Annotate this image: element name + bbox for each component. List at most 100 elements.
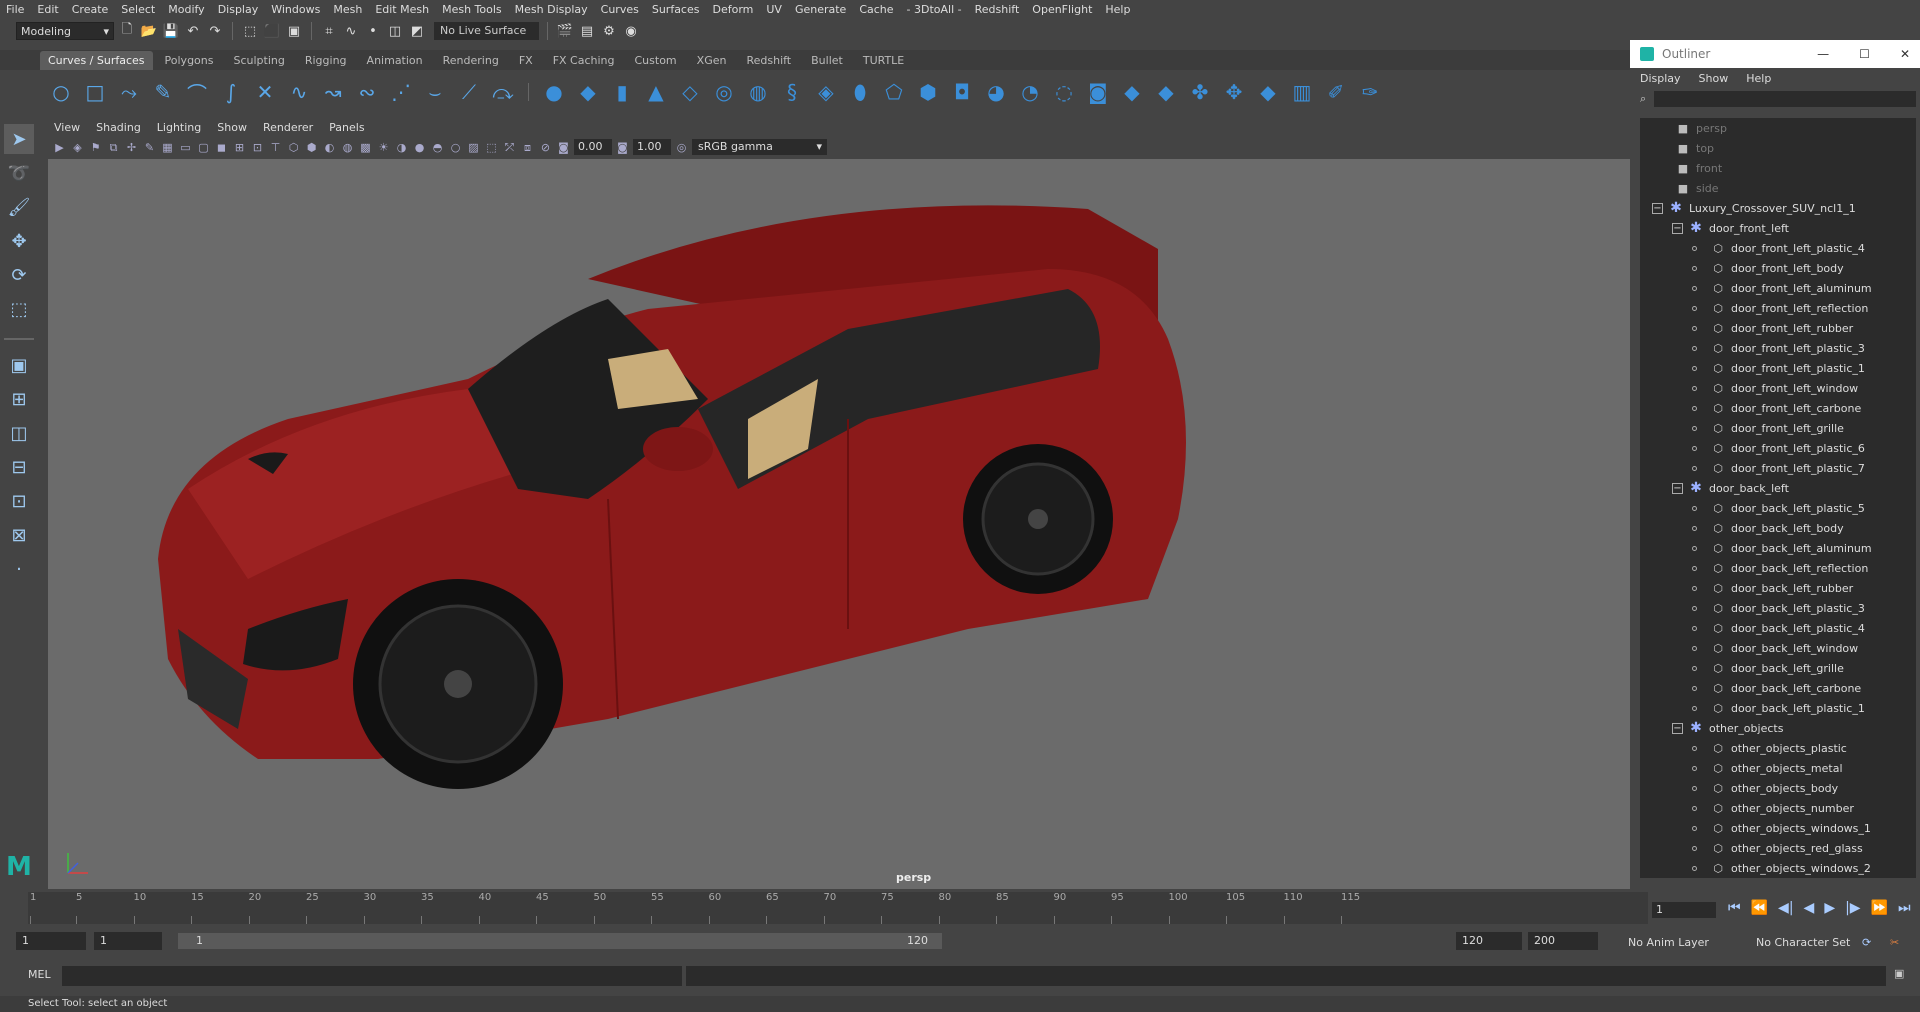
outliner-row[interactable]: ■ top bbox=[1640, 138, 1916, 158]
menu-item[interactable]: Surfaces bbox=[652, 3, 700, 16]
outliner-row[interactable]: ⬡ door_back_left_plastic_5 bbox=[1640, 498, 1916, 518]
revolve-icon[interactable]: ◍ bbox=[745, 79, 771, 105]
scale-tool-icon[interactable]: ⬚ bbox=[4, 294, 34, 324]
animation-end-field[interactable]: 200 bbox=[1528, 932, 1598, 950]
outliner-row[interactable]: ⬡ door_front_left_plastic_4 bbox=[1640, 238, 1916, 258]
menu-item[interactable]: File bbox=[6, 3, 24, 16]
outliner-row[interactable]: ■ persp bbox=[1640, 118, 1916, 138]
curve-intersect-icon[interactable]: ✕ bbox=[252, 79, 278, 105]
playback-end-field[interactable]: 120 bbox=[1456, 932, 1522, 950]
outliner-row[interactable]: ⬡ other_objects_plastic bbox=[1640, 738, 1916, 758]
select-tool-icon[interactable]: ➤ bbox=[4, 124, 34, 154]
new-scene-icon[interactable]: 🗋 bbox=[118, 22, 136, 40]
outliner-row[interactable]: ■ side bbox=[1640, 178, 1916, 198]
step-back-frame-icon[interactable]: ◀| bbox=[1778, 900, 1793, 916]
outliner-menu-item[interactable]: Show bbox=[1699, 72, 1729, 85]
curve-offset-icon[interactable]: ⋰ bbox=[388, 79, 414, 105]
square-surface-icon[interactable]: ◘ bbox=[949, 79, 975, 105]
grease-pencil-icon[interactable]: ✎ bbox=[142, 140, 157, 155]
shelf-tab[interactable]: Bullet bbox=[803, 51, 851, 70]
insert-isoparm-icon[interactable]: ✤ bbox=[1187, 79, 1213, 105]
play-backwards-icon[interactable]: ◀ bbox=[1804, 900, 1815, 916]
redo-icon[interactable]: ↷ bbox=[206, 22, 224, 40]
render-settings-icon[interactable]: ⚙ bbox=[600, 22, 618, 40]
outliner-row[interactable]: ⬡ door_front_left_carbone bbox=[1640, 398, 1916, 418]
camera-select-icon[interactable]: ▶ bbox=[52, 140, 67, 155]
outliner-row[interactable]: ⬡ door_front_left_grille bbox=[1640, 418, 1916, 438]
rotate-tool-icon[interactable]: ⟳ bbox=[4, 260, 34, 290]
surface-edit-icon[interactable]: ✑ bbox=[1357, 79, 1383, 105]
bevel-plus-icon[interactable]: ◔ bbox=[1017, 79, 1043, 105]
open-scene-icon[interactable]: 📂 bbox=[140, 22, 158, 40]
shelf-tab[interactable]: Curves / Surfaces bbox=[40, 51, 153, 70]
curve-attach-icon[interactable]: ∿ bbox=[286, 79, 312, 105]
menu-item[interactable]: Display bbox=[218, 3, 259, 16]
boundary-icon[interactable]: ⬢ bbox=[915, 79, 941, 105]
snap-grid-icon[interactable]: ⌗ bbox=[320, 22, 338, 40]
camera-attr-icon[interactable]: ◈ bbox=[70, 140, 85, 155]
outliner-menu-item[interactable]: Help bbox=[1746, 72, 1771, 85]
wireframe-icon[interactable]: ⬡ bbox=[286, 140, 301, 155]
bevel-icon[interactable]: ◕ bbox=[983, 79, 1009, 105]
outliner-row[interactable]: ⬡ door_front_left_plastic_6 bbox=[1640, 438, 1916, 458]
shelf-tab[interactable]: Rigging bbox=[297, 51, 355, 70]
select-component-icon[interactable]: ▣ bbox=[285, 22, 303, 40]
outliner-row[interactable]: ⬡ door_back_left_plastic_1 bbox=[1640, 698, 1916, 718]
snap-point-icon[interactable]: • bbox=[364, 22, 382, 40]
menu-item[interactable]: Mesh bbox=[333, 3, 362, 16]
outliner-row[interactable]: ⬡ door_front_left_window bbox=[1640, 378, 1916, 398]
shelf-tab[interactable]: FX bbox=[511, 51, 541, 70]
use-all-lights-icon[interactable]: ☀ bbox=[376, 140, 391, 155]
outliner-row[interactable]: − ✱ door_back_left bbox=[1640, 478, 1916, 498]
go-to-end-icon[interactable]: ⏭ bbox=[1898, 900, 1911, 916]
nurbs-circle-icon[interactable]: ○ bbox=[48, 79, 74, 105]
smooth-shade-icon[interactable]: ⬢ bbox=[304, 140, 319, 155]
nurbs-cylinder-icon[interactable]: ▮ bbox=[609, 79, 635, 105]
attach-surfaces-icon[interactable]: ◆ bbox=[1119, 79, 1145, 105]
pencil-curve-icon[interactable]: ✎ bbox=[150, 79, 176, 105]
safe-title-icon[interactable]: ⊤ bbox=[268, 140, 283, 155]
outliner-row[interactable]: − ✱ Luxury_Crossover_SUV_ncl1_1 bbox=[1640, 198, 1916, 218]
textured-icon[interactable]: ◍ bbox=[340, 140, 355, 155]
outliner-row[interactable]: ⬡ door_front_left_reflection bbox=[1640, 298, 1916, 318]
persp-graph-layout-icon[interactable]: ⊟ bbox=[4, 452, 34, 482]
menu-item[interactable]: Create bbox=[72, 3, 109, 16]
menu-item[interactable]: UV bbox=[766, 3, 782, 16]
curve-smooth-icon[interactable]: ⤼ bbox=[490, 79, 516, 105]
snap-surface-icon[interactable]: ◩ bbox=[408, 22, 426, 40]
playback-start-field[interactable]: 1 bbox=[94, 932, 162, 950]
menu-item[interactable]: Help bbox=[1105, 3, 1130, 16]
two-d-pan-icon[interactable]: ✢ bbox=[124, 140, 139, 155]
grid-toggle-icon[interactable]: ▦ bbox=[160, 140, 175, 155]
outliner-row[interactable]: ⬡ door_back_left_aluminum bbox=[1640, 538, 1916, 558]
outliner-row[interactable]: ⬡ other_objects_metal bbox=[1640, 758, 1916, 778]
shelf-tab[interactable]: Animation bbox=[359, 51, 431, 70]
outliner-row[interactable]: ⬡ door_front_left_plastic_3 bbox=[1640, 338, 1916, 358]
outliner-row[interactable]: − ✱ other_objects bbox=[1640, 718, 1916, 738]
menu-item[interactable]: Mesh Tools bbox=[442, 3, 502, 16]
anim-layer-dropdown[interactable]: No Anim Layer bbox=[1628, 936, 1709, 949]
menu-item[interactable]: OpenFlight bbox=[1032, 3, 1092, 16]
lasso-tool-icon[interactable]: ➰ bbox=[4, 158, 34, 188]
field-chart-icon[interactable]: ⊞ bbox=[232, 140, 247, 155]
play-forwards-icon[interactable]: ▶ bbox=[1824, 900, 1835, 916]
time-ruler[interactable]: 1 5 10 15 20 25 30 35 40 45 50 55 60 65 70 75 80 85 90 95 10… bbox=[28, 892, 1648, 924]
command-input[interactable] bbox=[62, 966, 682, 986]
nurbs-cone-icon[interactable]: ▲ bbox=[643, 79, 669, 105]
outliner-row[interactable]: ⬡ door_front_left_body bbox=[1640, 258, 1916, 278]
panel-menu-item[interactable]: Lighting bbox=[157, 121, 201, 134]
menu-item[interactable]: Redshift bbox=[975, 3, 1020, 16]
outliner-row[interactable]: ■ front bbox=[1640, 158, 1916, 178]
outliner-row[interactable]: − ✱ door_front_left bbox=[1640, 218, 1916, 238]
gate-mask-icon[interactable]: ◼ bbox=[214, 140, 229, 155]
gamma-field[interactable]: 1.00 bbox=[633, 139, 671, 155]
script-editor-icon[interactable]: ▣ bbox=[1894, 967, 1904, 980]
motion-blur-icon[interactable]: ◓ bbox=[430, 140, 445, 155]
menu-item[interactable]: Generate bbox=[795, 3, 846, 16]
current-frame-field[interactable]: 1 bbox=[1652, 902, 1716, 918]
select-hierarchy-icon[interactable]: ⬚ bbox=[241, 22, 259, 40]
outliner-row[interactable]: ⬡ door_back_left_plastic_3 bbox=[1640, 598, 1916, 618]
menu-item[interactable]: - 3DtoAll - bbox=[907, 3, 962, 16]
panel-menu-item[interactable]: Renderer bbox=[263, 121, 313, 134]
custom-layout-icon[interactable]: · bbox=[4, 554, 34, 584]
